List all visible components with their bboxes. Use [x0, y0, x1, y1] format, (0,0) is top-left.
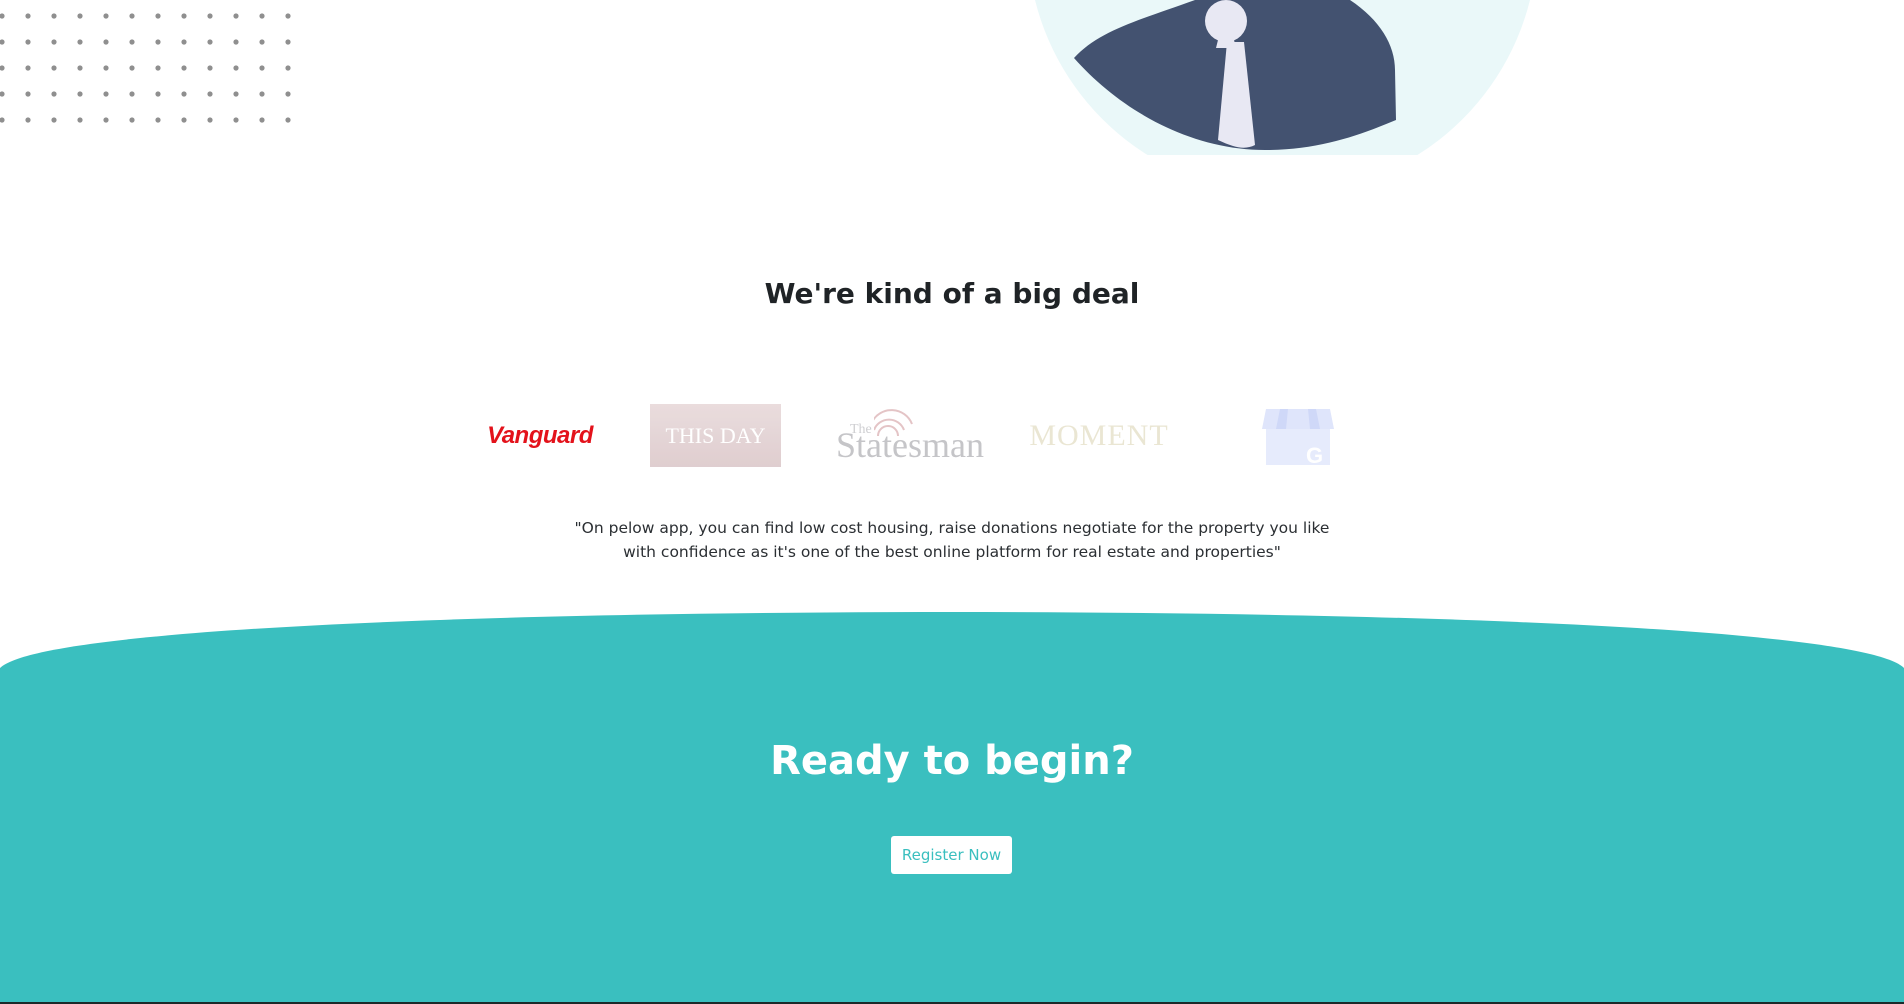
logo-google-my-business: G — [1260, 402, 1336, 470]
avatar-illustration — [1035, 0, 1530, 155]
dot-grid-decoration — [0, 13, 291, 123]
google-store-icon: G — [1262, 409, 1334, 467]
logo-thisday: THIS DAY — [650, 404, 781, 467]
cta-heading: Ready to begin? — [770, 738, 1134, 784]
logo-statesman-word: Statesman — [836, 425, 984, 465]
quote-line-1: "On pelow app, you can find low cost hou… — [574, 519, 1330, 537]
logo-vanguard: Vanguard — [487, 422, 593, 449]
cta-background-wave — [0, 612, 1904, 1004]
logo-moment: MOMENT — [1029, 419, 1169, 452]
logo-statesman: The Statesman — [836, 402, 984, 470]
testimonial-quote: "On pelow app, you can find low cost hou… — [0, 516, 1904, 564]
svg-text:G: G — [1306, 443, 1323, 467]
register-now-button[interactable]: Register Now — [891, 836, 1012, 874]
brands-heading: We're kind of a big deal — [764, 277, 1140, 310]
press-logos: Vanguard THIS DAY The Statesman MOMENT G — [0, 402, 1904, 470]
quote-line-2: with confidence as it's one of the best … — [623, 543, 1281, 561]
